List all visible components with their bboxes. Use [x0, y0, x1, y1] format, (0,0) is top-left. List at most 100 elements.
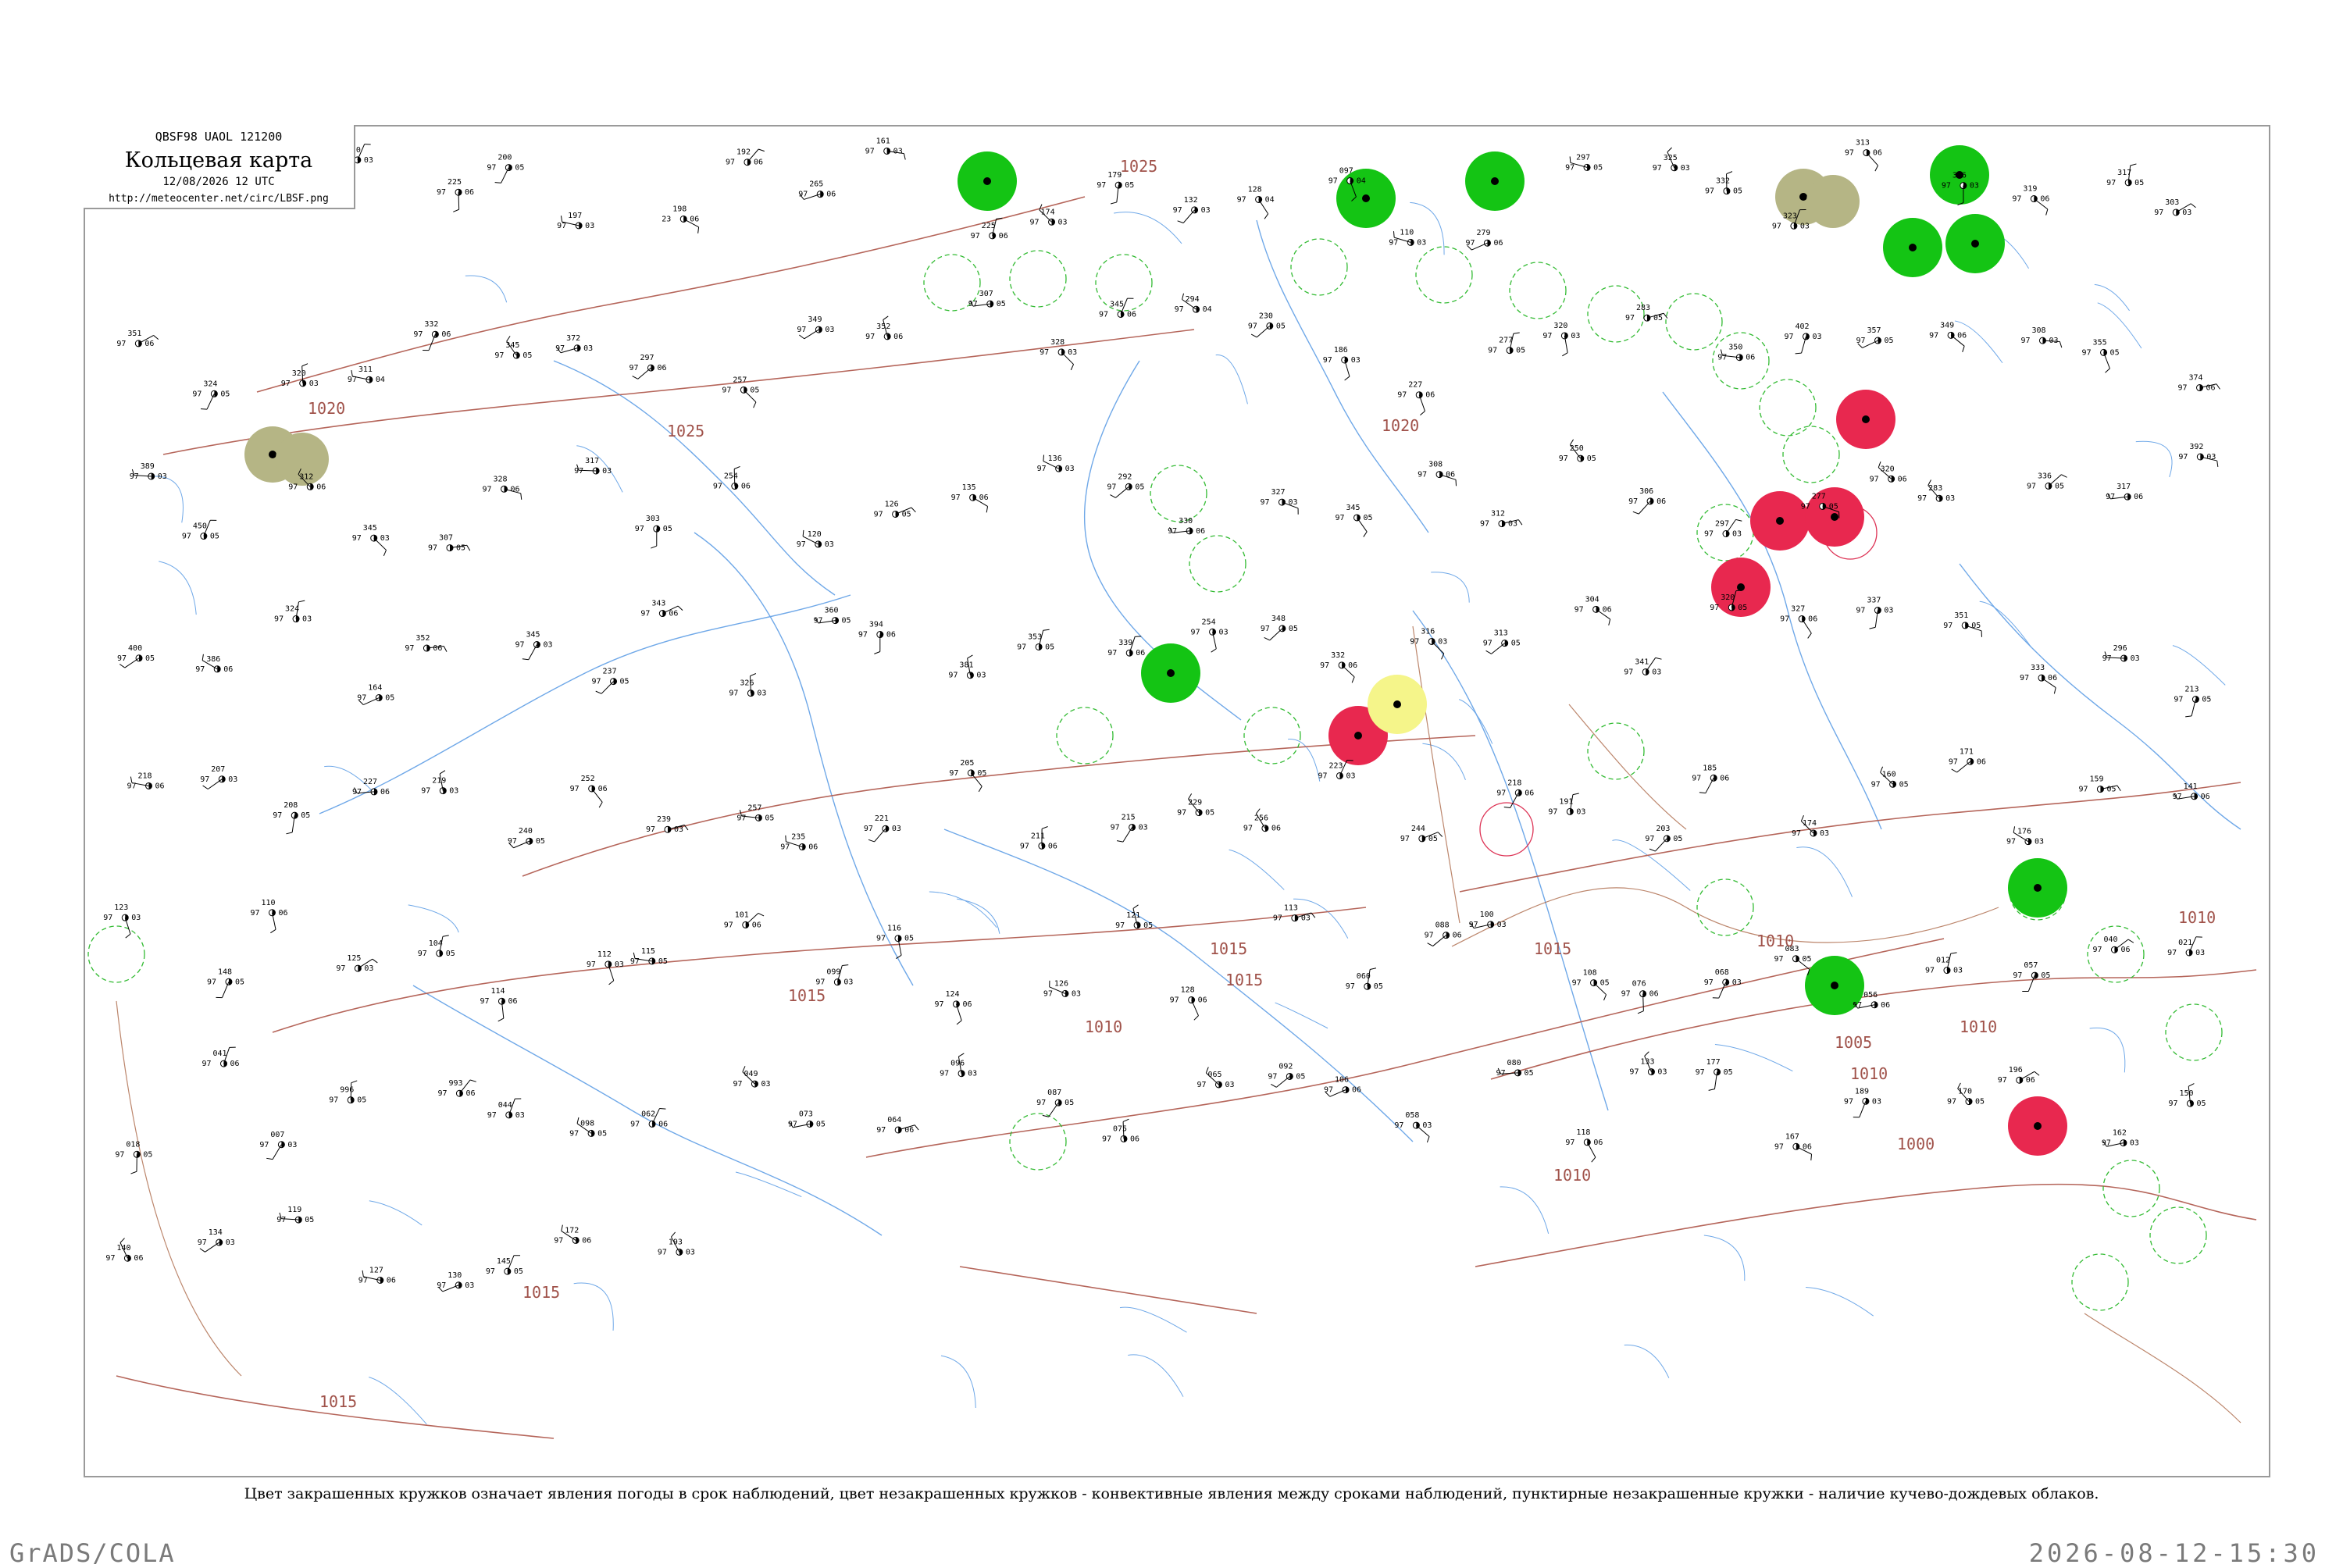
station-plot[interactable]: 1749703	[1030, 205, 1068, 227]
station-plot[interactable]: 2279706	[352, 778, 390, 796]
station-plot[interactable]: 0129703	[1925, 953, 1963, 975]
station-plot[interactable]: 2569706	[1243, 809, 1281, 833]
station-plot[interactable]: 2949704	[1175, 294, 1212, 314]
station-plot[interactable]: 2199703	[421, 771, 458, 796]
station-plot[interactable]: 3379703	[1856, 597, 1893, 629]
station-plot[interactable]: 3729703	[555, 334, 593, 353]
station-plot[interactable]: 3289703	[1040, 338, 1077, 370]
station-plot[interactable]: 3139705	[1483, 629, 1521, 654]
station-plot[interactable]: 3279703	[1260, 488, 1298, 515]
station-plot[interactable]: 0499703	[733, 1066, 770, 1089]
station-plot[interactable]: 1089705	[1572, 969, 1610, 1001]
station-plot[interactable]: 3049706	[1574, 595, 1612, 625]
station-plot[interactable]: 3069706	[1628, 487, 1666, 514]
station-plot[interactable]: 2189706	[127, 772, 165, 790]
station-plot[interactable]: 1199705	[276, 1206, 314, 1224]
station-plot[interactable]: 2259706	[971, 218, 1008, 241]
station-plot[interactable]: 3179706	[2106, 483, 2143, 501]
station-plot[interactable]: 2219703	[864, 814, 901, 842]
rain-marker[interactable]	[1883, 218, 1942, 277]
station-plot[interactable]: 1159705	[630, 947, 668, 966]
station-plot[interactable]: 3329705	[1705, 172, 1742, 196]
station-plot[interactable]: 1609705	[1871, 767, 1909, 789]
station-plot[interactable]: 3209706	[1870, 461, 1907, 483]
station-plot[interactable]: 1329703	[1173, 196, 1211, 223]
station-plot[interactable]: 3869706	[195, 654, 233, 674]
station-plot[interactable]: 0689703	[1704, 968, 1742, 998]
station-plot[interactable]: 3259703	[1653, 148, 1690, 173]
rain-marker[interactable]	[1465, 151, 1525, 211]
station-plot[interactable]: 1899703	[1844, 1087, 1881, 1117]
station-plot[interactable]: 1369703	[1037, 454, 1075, 473]
station-plot[interactable]: 4009705	[117, 644, 155, 668]
station-plot[interactable]: 3459705	[1336, 504, 1373, 537]
station-plot[interactable]: 2779705	[1488, 333, 1525, 355]
station-plot[interactable]: 1339703	[1629, 1052, 1667, 1077]
station-plot[interactable]: 0219703	[2167, 937, 2205, 957]
station-plot[interactable]: 1209703	[797, 530, 834, 549]
station-plot[interactable]: 3949706	[858, 621, 896, 654]
station-plot[interactable]: 3309706	[1168, 517, 1205, 536]
station-plot[interactable]: 3129703	[1480, 510, 1522, 529]
station-plot[interactable]: 1349703	[198, 1228, 235, 1252]
station-plot[interactable]: 1109703	[1389, 228, 1426, 247]
station-plot[interactable]: 1309703	[437, 1271, 474, 1292]
station-plot[interactable]: 2839705	[1625, 304, 1667, 323]
station-plot[interactable]: 3529706	[405, 634, 447, 653]
station-plot[interactable]: 0769706	[1621, 980, 1659, 1014]
station-plot[interactable]: 3519705	[1943, 611, 1981, 637]
station-plot[interactable]: 3459703	[515, 631, 552, 660]
source-url[interactable]: http://meteocenter.net/circ/LBSF.png	[84, 193, 354, 205]
station-plot[interactable]: 0589703	[1394, 1111, 1432, 1142]
station-plot[interactable]: 1979703	[557, 212, 594, 230]
station-plot[interactable]: 3419703	[1624, 657, 1661, 676]
station-plot[interactable]: 0409706	[2092, 935, 2133, 954]
station-plot[interactable]: 2529706	[570, 775, 608, 807]
fog-marker[interactable]	[1368, 675, 1427, 734]
station-plot[interactable]: 1509705	[2168, 1084, 2206, 1109]
station-plot[interactable]: 3169703	[1410, 627, 1447, 659]
station-plot[interactable]: 1409706	[105, 1238, 143, 1263]
station-plot[interactable]: 3609705	[814, 607, 851, 625]
station-plot[interactable]: 1929706	[726, 148, 765, 167]
station-plot[interactable]: 3539705	[1017, 629, 1054, 651]
rain-marker[interactable]	[2008, 858, 2067, 918]
station-plot[interactable]: 0929705	[1268, 1062, 1305, 1087]
station-plot[interactable]: 2079703	[200, 765, 237, 789]
station-plot[interactable]: 1019706	[724, 911, 764, 929]
station-plot[interactable]: 1419706	[2173, 782, 2210, 801]
station-plot[interactable]: 3289706	[483, 475, 522, 499]
station-plot[interactable]: 4029703	[1784, 323, 1821, 354]
station-plot[interactable]: 3329706	[413, 320, 451, 350]
station-plot[interactable]: 1919703	[1548, 793, 1585, 816]
station-plot[interactable]: 3749706	[2178, 374, 2220, 393]
haze-marker[interactable]	[244, 426, 329, 486]
station-plot[interactable]: 3459706	[1099, 298, 1136, 319]
station-plot[interactable]: 3179705	[2106, 164, 2144, 187]
thunder-marker[interactable]	[2008, 1096, 2067, 1156]
station-plot[interactable]: 1269703	[1043, 979, 1081, 998]
station-plot[interactable]: 2659706	[798, 180, 836, 200]
station-plot[interactable]: 3929703	[2178, 443, 2218, 467]
station-plot[interactable]: 2969703	[2102, 644, 2140, 663]
station-plot[interactable]: 2009705	[487, 154, 524, 184]
station-plot[interactable]: 1729706	[554, 1225, 591, 1245]
station-plot[interactable]: 2309705	[1248, 312, 1286, 337]
thunder-marker[interactable]	[1836, 390, 1895, 449]
station-plot[interactable]: 0649706	[876, 1116, 918, 1135]
station-plot[interactable]: 1779705	[1696, 1058, 1733, 1091]
station-plot[interactable]: 2259706	[437, 178, 474, 212]
station-plot[interactable]: 0759706	[1102, 1119, 1139, 1143]
station-plot[interactable]: 2089705	[273, 801, 310, 834]
station-plot[interactable]: 1049705	[418, 935, 455, 958]
station-plot[interactable]: 3209703	[1542, 322, 1580, 356]
station-plot[interactable]: 1649705	[357, 684, 394, 705]
station-plot[interactable]: 1799705	[1097, 171, 1134, 204]
station-plot[interactable]: 2279706	[1397, 381, 1435, 415]
rain-marker[interactable]	[1141, 643, 1200, 703]
station-plot[interactable]: 1359706	[951, 483, 989, 512]
station-plot[interactable]: 0879705	[1036, 1089, 1074, 1117]
station-plot[interactable]: 2139705	[2174, 686, 2211, 717]
station-plot[interactable]: 0629706	[630, 1109, 668, 1129]
station-plot[interactable]: 3329706	[1320, 651, 1357, 682]
